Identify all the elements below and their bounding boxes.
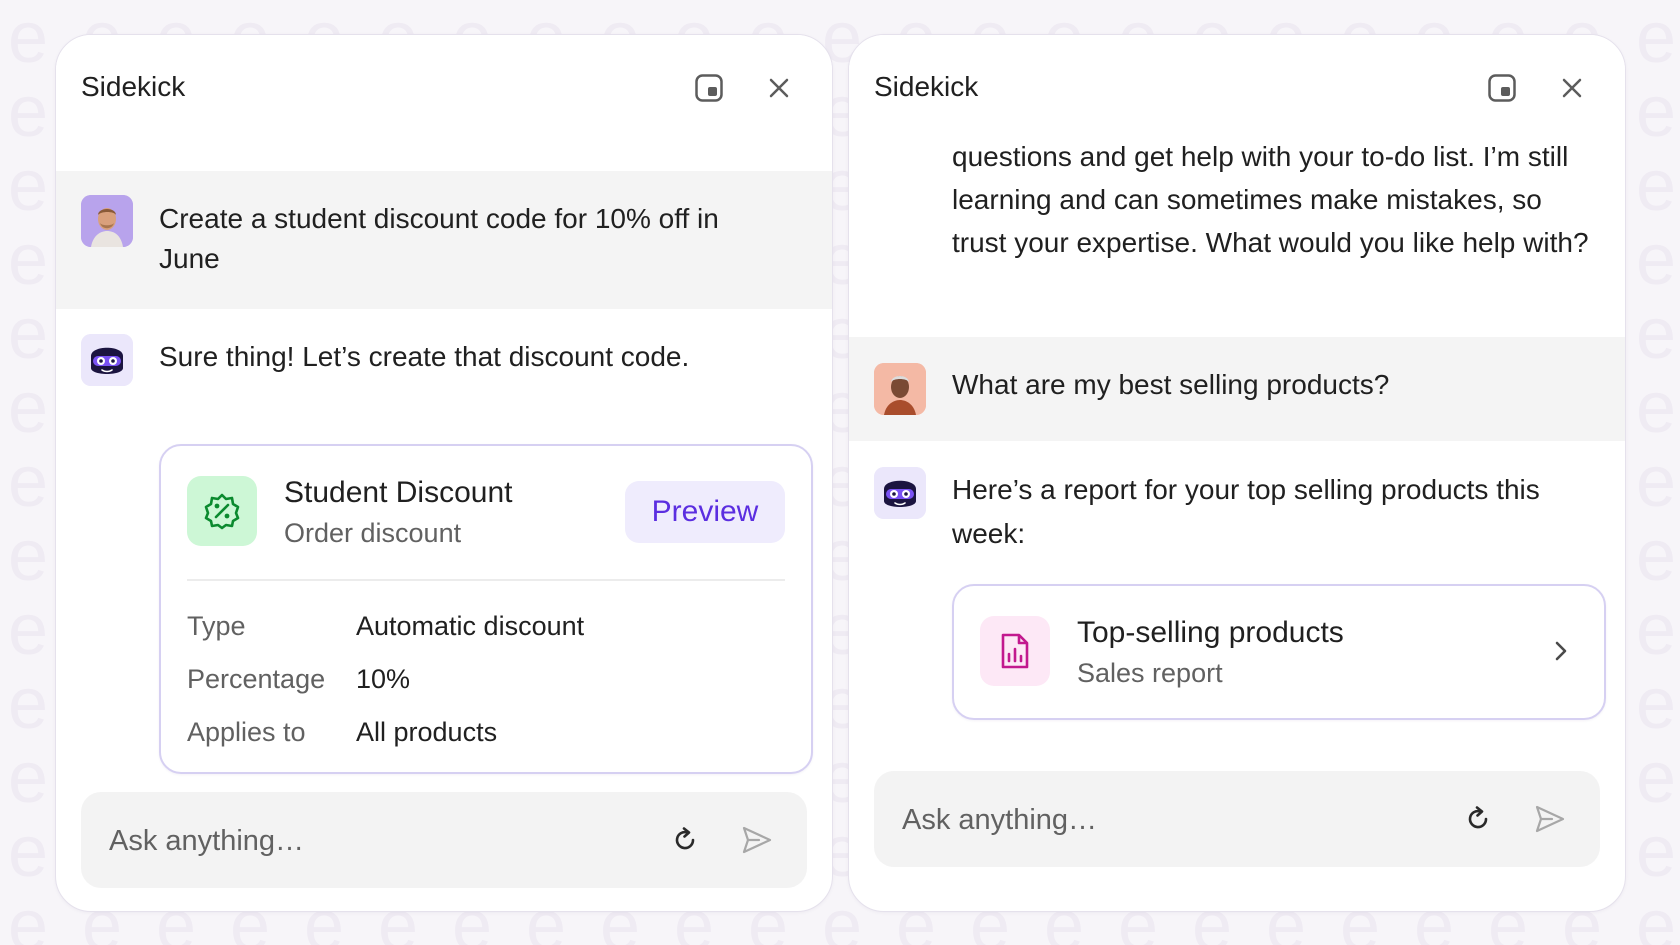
- percentage-value: 10%: [356, 664, 411, 694]
- chat-input-bar: [874, 771, 1600, 869]
- percentage-label: Percentage: [187, 664, 326, 694]
- report-card[interactable]: Top-selling products Sales report: [952, 584, 1606, 720]
- report-chart-icon: [1001, 633, 1029, 669]
- user-avatar-man-icon: [81, 195, 133, 247]
- close-button[interactable]: [1555, 71, 1589, 105]
- close-icon: [1562, 78, 1582, 98]
- discount-card[interactable]: Student Discount Order discount Preview …: [159, 444, 813, 774]
- user-message-text: What are my best selling products?: [952, 369, 1390, 400]
- panel-header: Sidekick: [849, 35, 1625, 139]
- user-message-row: What are my best selling products?: [849, 337, 1625, 441]
- chat-input-bar: [81, 792, 807, 890]
- discount-title: Student Discount: [284, 476, 513, 509]
- user-avatar: [874, 363, 926, 415]
- ask-anything-input[interactable]: [900, 771, 1424, 869]
- assistant-message-text: Sure thing! Let’s create that discount c…: [159, 341, 690, 372]
- discount-badge-icon: [204, 493, 240, 530]
- refresh-icon: [675, 827, 695, 850]
- refresh-icon: [1468, 806, 1488, 829]
- close-button[interactable]: [762, 71, 796, 105]
- dock-window-button[interactable]: [692, 71, 726, 105]
- discount-icon-tile: [187, 476, 257, 546]
- sidekick-bot-avatar: [81, 334, 133, 386]
- panel-title: Sidekick: [81, 71, 186, 102]
- panel-header: Sidekick: [56, 35, 832, 139]
- ask-anything-input[interactable]: [107, 792, 631, 890]
- type-value: Automatic discount: [356, 611, 585, 641]
- refresh-button[interactable]: [1460, 801, 1496, 837]
- applies-to-label: Applies to: [187, 717, 306, 747]
- sidekick-bot-icon: [874, 467, 926, 519]
- sidekick-bot-avatar: [874, 467, 926, 519]
- assistant-message-row: Here’s a report for your top selling pro…: [849, 441, 1625, 761]
- applies-to-value: All products: [356, 717, 498, 747]
- chevron-right-icon: [1555, 641, 1567, 661]
- assistant-message-row: Sure thing! Let’s create that discount c…: [56, 309, 832, 809]
- preview-button[interactable]: Preview: [625, 481, 785, 543]
- report-icon-tile: [980, 616, 1050, 686]
- close-icon: [769, 78, 789, 98]
- assistant-message-text: Here’s a report for your top selling pro…: [952, 474, 1540, 549]
- discount-subtitle: Order discount: [284, 518, 462, 548]
- panel-title: Sidekick: [874, 71, 979, 102]
- report-title: Top-selling products: [1077, 616, 1344, 649]
- sidekick-panel-left: Sidekick Create a student discount code …: [55, 34, 833, 912]
- user-message-text: Create a student discount code for 10% o…: [159, 203, 719, 274]
- dock-window-icon: [695, 74, 723, 102]
- sidekick-panel-right: questions and get help with your to-do l…: [848, 34, 1626, 912]
- send-button[interactable]: [1532, 801, 1568, 837]
- refresh-button[interactable]: [667, 822, 703, 858]
- assistant-intro-text: questions and get help with your to-do l…: [952, 141, 1589, 258]
- sidekick-bot-icon: [81, 334, 133, 386]
- card-divider: [187, 579, 785, 581]
- report-subtitle: Sales report: [1077, 658, 1223, 688]
- send-icon: [742, 826, 772, 854]
- user-message-row: Create a student discount code for 10% o…: [56, 171, 832, 309]
- user-avatar-woman-icon: [874, 363, 926, 415]
- send-button[interactable]: [739, 822, 775, 858]
- type-label: Type: [187, 611, 246, 641]
- dock-window-button[interactable]: [1485, 71, 1519, 105]
- user-avatar: [81, 195, 133, 247]
- dock-window-icon: [1488, 74, 1516, 102]
- send-icon: [1535, 805, 1565, 833]
- report-open-chevron[interactable]: [1546, 636, 1576, 666]
